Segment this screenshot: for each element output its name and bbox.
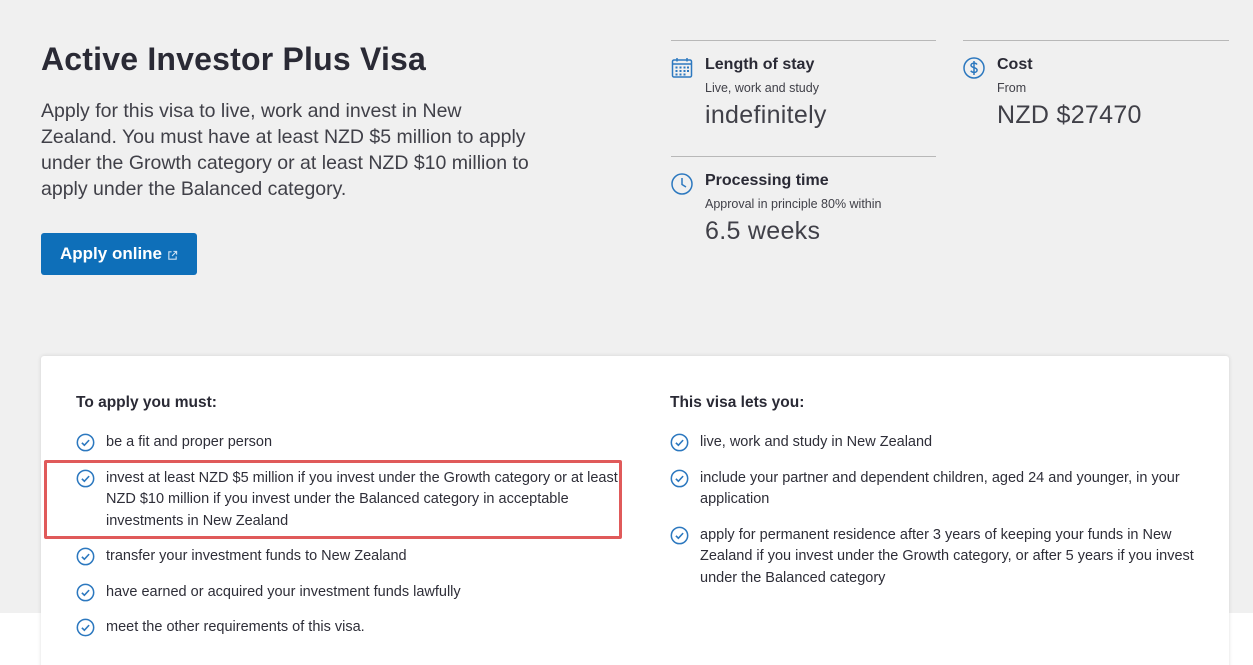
benefits-column: This visa lets you: live, work and study… (670, 394, 1210, 603)
external-link-icon (168, 250, 178, 260)
check-circle-icon (670, 526, 689, 544)
check-circle-icon (76, 618, 95, 637)
requirements-column: To apply you must: be a fit and proper p… (76, 394, 636, 653)
benefits-heading: This visa lets you: (670, 394, 805, 411)
visa-details-card: To apply you must: be a fit and proper p… (41, 356, 1229, 665)
benefits-list: live, work and study in New Zealand incl… (670, 432, 1210, 589)
benefit-text: include your partner and dependent child… (700, 469, 1180, 508)
fact-processing-time: Processing time Approval in principle 80… (671, 156, 936, 266)
fact-length-of-stay: Length of stay Live, work and study inde… (671, 40, 936, 150)
check-circle-icon (76, 547, 95, 566)
check-circle-icon (670, 469, 689, 487)
list-item: invest at least NZD $5 million if you in… (76, 468, 636, 533)
requirements-list: be a fit and proper person invest at lea… (76, 432, 636, 639)
check-circle-icon (670, 433, 689, 452)
benefit-text: live, work and study in New Zealand (700, 434, 933, 450)
calendar-icon (671, 58, 693, 78)
cost-title: Cost (997, 56, 1033, 73)
list-item: meet the other requirements of this visa… (76, 617, 636, 639)
cost-value: NZD $27470 (997, 101, 1142, 129)
length-of-stay-subtitle: Live, work and study (705, 81, 819, 95)
list-item: include your partner and dependent child… (670, 468, 1210, 511)
page-title: Active Investor Plus Visa (41, 41, 427, 77)
list-item: live, work and study in New Zealand (670, 432, 1210, 454)
length-of-stay-value: indefinitely (705, 101, 827, 129)
cost-subtitle: From (997, 81, 1027, 95)
length-of-stay-title: Length of stay (705, 56, 815, 73)
check-circle-icon (76, 433, 95, 452)
requirement-text: have earned or acquired your investment … (106, 583, 461, 600)
check-circle-icon (76, 469, 95, 487)
processing-time-title: Processing time (705, 172, 829, 189)
visa-intro-text: Apply for this visa to live, work and in… (41, 100, 529, 200)
requirements-heading: To apply you must: (76, 394, 217, 411)
processing-time-subtitle: Approval in principle 80% within (705, 197, 882, 211)
requirement-text: transfer your investment funds to New Ze… (106, 548, 407, 564)
clock-icon (671, 173, 693, 195)
fact-cost: Cost From NZD $27470 (963, 40, 1229, 150)
check-circle-icon (76, 583, 95, 601)
hero-section: Active Investor Plus Visa Apply for this… (41, 40, 561, 202)
list-item: be a fit and proper person (76, 432, 636, 454)
benefit-text: apply for permanent residence after 3 ye… (700, 526, 1194, 586)
apply-online-label: Apply online (60, 244, 162, 263)
apply-online-button[interactable]: Apply online (41, 233, 197, 275)
requirement-text: meet the other requirements of this visa… (106, 619, 365, 635)
requirement-text: be a fit and proper person (106, 434, 273, 450)
list-item: transfer your investment funds to New Ze… (76, 546, 636, 568)
processing-time-value: 6.5 weeks (705, 217, 821, 245)
list-item: apply for permanent residence after 3 ye… (670, 525, 1210, 590)
list-item: have earned or acquired your investment … (76, 582, 636, 604)
dollar-circle-icon (963, 57, 985, 79)
requirement-text: invest at least NZD $5 million if you in… (106, 469, 618, 529)
